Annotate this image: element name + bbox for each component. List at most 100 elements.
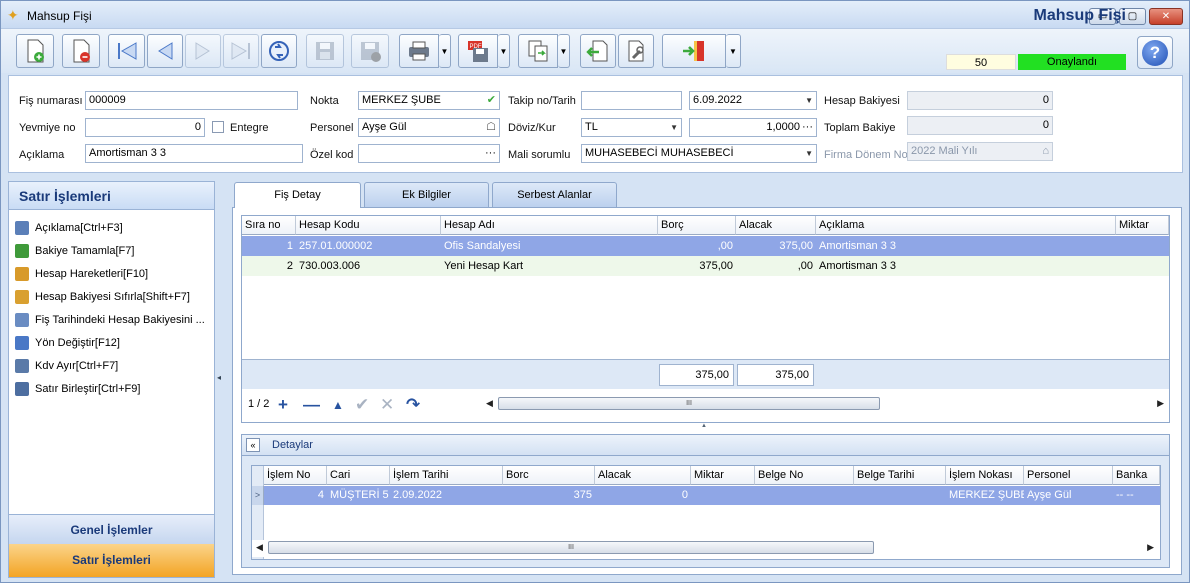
column-header[interactable]: Belge Tarihi	[854, 466, 946, 485]
column-header[interactable]: İşlem Tarihi	[390, 466, 503, 485]
firma-donem-input: 2022 Mali Yılı ⌂	[907, 142, 1053, 161]
close-button[interactable]: ✕	[1149, 8, 1183, 25]
scroll-left-icon[interactable]: ◀	[256, 540, 263, 555]
mali-sorumlu-select[interactable]: MUHASEBECİ MUHASEBECİ ▼	[581, 144, 817, 163]
previous-record-button[interactable]	[147, 34, 183, 68]
tab-fis-detay[interactable]: Fiş Detay	[234, 182, 361, 208]
table-row[interactable]: 4 MÜŞTERİ 5 2.09.2022 375 0 MERKEZ ŞUBE …	[252, 486, 1160, 505]
ozel-kod-input[interactable]: ···	[358, 144, 500, 163]
cancel-save-button[interactable]	[351, 34, 389, 68]
pager-label: 1 / 2	[248, 398, 270, 410]
fis-numarasi-input[interactable]: 000009	[85, 91, 298, 110]
column-header[interactable]: İşlem Nokası	[946, 466, 1024, 485]
scroll-right-icon[interactable]: ▶	[1157, 396, 1164, 411]
next-record-button[interactable]	[185, 34, 221, 68]
move-up-icon[interactable]: ▲	[332, 395, 344, 415]
column-header[interactable]: Banka	[1113, 466, 1160, 485]
satir-islemleri-tab[interactable]: Satır İşlemleri	[9, 544, 214, 577]
exit-dropdown[interactable]: ▼	[726, 34, 741, 68]
action-bakiye-tamamla[interactable]: Bakiye Tamamla[F7]	[9, 239, 214, 262]
column-header[interactable]: Sıra no	[242, 216, 296, 235]
horizontal-scrollbar[interactable]: ◀ III ▶	[252, 540, 1160, 557]
pdf-dropdown[interactable]: ▼	[498, 34, 510, 68]
last-record-icon	[231, 42, 250, 60]
cell-alacak: 0	[681, 489, 688, 501]
refresh-button[interactable]	[261, 34, 297, 68]
print-dropdown[interactable]: ▼	[439, 34, 451, 68]
cell-aciklama: Amortisman 3 3	[819, 240, 897, 252]
kur-input[interactable]: 1,0000 ···	[689, 118, 817, 137]
first-record-icon	[117, 42, 136, 60]
column-header[interactable]: Açıklama	[816, 216, 1116, 235]
column-header[interactable]: Borç	[658, 216, 736, 235]
delete-document-button[interactable]	[62, 34, 100, 68]
delete-document-icon	[73, 39, 90, 63]
column-header[interactable]: Borc	[503, 466, 595, 485]
cell-alacak: ,00	[797, 260, 813, 272]
action-satir-birlestir[interactable]: Satır Birleştir[Ctrl+F9]	[9, 377, 214, 400]
help-button[interactable]: ?	[1137, 36, 1173, 69]
settings-tools-button[interactable]	[618, 34, 654, 68]
nokta-input[interactable]: MERKEZ ŞUBE ✔	[358, 91, 500, 110]
yevmiye-input[interactable]: 0	[85, 118, 205, 137]
tarih-input[interactable]: 6.09.2022 ▼	[689, 91, 817, 110]
collapse-icon[interactable]: «	[246, 438, 260, 452]
entegre-checkbox[interactable]	[212, 121, 224, 133]
ellipsis-icon[interactable]: ···	[485, 145, 496, 162]
collapse-handle-icon[interactable]: ▲	[701, 423, 707, 429]
chevron-down-icon: ▼	[729, 46, 737, 56]
copy-dropdown[interactable]: ▼	[558, 34, 570, 68]
pdf-export-button[interactable]: PDF	[458, 34, 498, 68]
takip-no-input[interactable]	[581, 91, 682, 110]
last-record-button[interactable]	[223, 34, 259, 68]
table-row[interactable]: 1 257.01.000002 Ofis Sandalyesi ,00 375,…	[242, 236, 1169, 256]
genel-islemler-tab[interactable]: Genel İşlemler	[9, 514, 214, 544]
action-label: Hesap Bakiyesi Sıfırla[Shift+F7]	[35, 290, 190, 303]
confirm-icon[interactable]: ✔	[355, 395, 369, 415]
column-header[interactable]: Miktar	[1116, 216, 1169, 235]
aciklama-label: Açıklama	[19, 149, 65, 161]
exit-button[interactable]	[662, 34, 726, 68]
action-label: Kdv Ayır[Ctrl+F7]	[35, 359, 119, 372]
action-yon-degistir[interactable]: Yön Değiştir[F12]	[9, 331, 214, 354]
action-hesap-bakiyesi-sifirla[interactable]: Hesap Bakiyesi Sıfırla[Shift+F7]	[9, 285, 214, 308]
column-header[interactable]: Cari	[327, 466, 390, 485]
scroll-thumb[interactable]: III	[498, 397, 880, 410]
splitter-arrow-icon[interactable]: ◂	[217, 373, 221, 382]
import-button[interactable]	[580, 34, 616, 68]
status-badge: Onaylandı	[1018, 54, 1126, 70]
tab-ek-bilgiler[interactable]: Ek Bilgiler	[364, 182, 489, 207]
column-header[interactable]: Alacak	[736, 216, 816, 235]
save-button[interactable]	[306, 34, 344, 68]
delete-row-icon[interactable]: —	[303, 395, 320, 415]
new-document-button[interactable]	[16, 34, 54, 68]
redo-icon[interactable]: ↷	[406, 395, 420, 415]
column-header[interactable]: Hesap Kodu	[296, 216, 441, 235]
column-header[interactable]: Belge No	[755, 466, 854, 485]
column-header[interactable]: Personel	[1024, 466, 1113, 485]
column-header[interactable]: Hesap Adı	[441, 216, 658, 235]
doviz-select[interactable]: TL ▼	[581, 118, 682, 137]
column-header[interactable]: İşlem No	[264, 466, 327, 485]
ellipsis-icon[interactable]: ···	[802, 119, 813, 136]
add-row-icon[interactable]: +	[278, 395, 288, 415]
tab-serbest-alanlar[interactable]: Serbest Alanlar	[492, 182, 617, 207]
personel-input[interactable]: Ayşe Gül ☖	[358, 118, 500, 137]
copy-document-button[interactable]	[518, 34, 558, 68]
table-row[interactable]: 2 730.003.006 Yeni Hesap Kart 375,00 ,00…	[242, 256, 1169, 276]
scroll-left-icon[interactable]: ◀	[486, 396, 493, 411]
action-fis-tarihindeki-bakiye[interactable]: Fiş Tarihindeki Hesap Bakiyesini ...	[9, 308, 214, 331]
horizontal-scrollbar[interactable]: ◀ III ▶	[482, 396, 1166, 413]
first-record-button[interactable]	[108, 34, 145, 68]
column-header[interactable]: Miktar	[691, 466, 755, 485]
cancel-icon[interactable]: ✕	[380, 395, 394, 415]
chevron-down-icon: ▼	[499, 46, 508, 56]
action-hesap-hareketleri[interactable]: Hesap Hareketleri[F10]	[9, 262, 214, 285]
action-aciklama[interactable]: Açıklama[Ctrl+F3]	[9, 216, 214, 239]
action-kdv-ayir[interactable]: Kdv Ayır[Ctrl+F7]	[9, 354, 214, 377]
scroll-thumb[interactable]: III	[268, 541, 874, 554]
aciklama-input[interactable]: Amortisman 3 3	[85, 144, 303, 163]
print-button[interactable]	[399, 34, 439, 68]
column-header[interactable]: Alacak	[595, 466, 691, 485]
scroll-right-icon[interactable]: ▶	[1147, 540, 1154, 555]
